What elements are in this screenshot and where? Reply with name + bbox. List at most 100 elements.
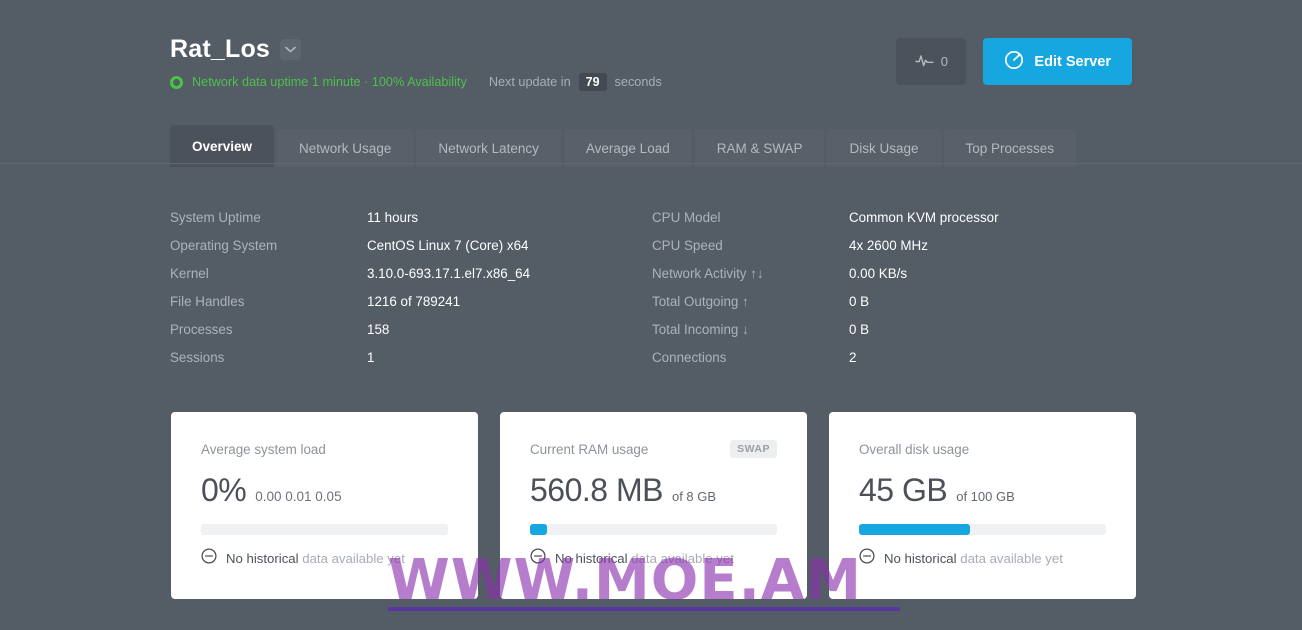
- info-label: Kernel: [170, 266, 209, 281]
- minus-circle-icon: [201, 548, 217, 569]
- info-value: 3.10.0-693.17.1.el7.x86_64: [367, 266, 531, 281]
- tab-bar-divider: [0, 163, 1302, 164]
- info-row: Processes 158: [170, 320, 652, 348]
- monitoring-alerts-button[interactable]: 0: [896, 38, 967, 85]
- info-label: File Handles: [170, 294, 245, 309]
- historical-data-note: No historical data available yet: [201, 548, 405, 569]
- minus-circle-icon: [859, 548, 875, 569]
- minus-circle-icon: [530, 548, 546, 569]
- info-value: CentOS Linux 7 (Core) x64: [367, 238, 529, 253]
- info-row: CPU Speed 4x 2600 MHz: [652, 236, 1134, 264]
- history-note-strong: No historical: [555, 551, 628, 566]
- info-label: System Uptime: [170, 210, 261, 225]
- history-note-light: data available yet: [302, 551, 405, 566]
- tab-average-load[interactable]: Average Load: [563, 129, 692, 167]
- usage-progress-bar: [530, 524, 777, 535]
- metric-card: Current RAM usage SWAP 560.8 MB of 8 GB No h…: [500, 412, 807, 599]
- info-row: Network Activity ↑↓ 0.00 KB/s: [652, 264, 1134, 292]
- info-row: Sessions 1: [170, 348, 652, 376]
- next-update-prefix: Next update in: [488, 75, 571, 89]
- info-row: CPU Model Common KVM processor: [652, 208, 1134, 236]
- info-value: 0 B: [849, 294, 870, 309]
- metric-card-head: Average system load: [201, 440, 448, 458]
- info-label: CPU Model: [652, 210, 721, 225]
- usage-progress-fill: [530, 524, 548, 535]
- page-root: Rat_Los Network data uptime 1 minute · 1…: [0, 0, 1302, 630]
- usage-progress-bar: [201, 524, 448, 535]
- info-label: CPU Speed: [652, 238, 723, 253]
- metric-subvalue: of 8 GB: [671, 489, 717, 504]
- tab-bar: Overview Network Usage Network Latency Aver…: [170, 125, 1077, 167]
- history-note-light: data available yet: [960, 551, 1063, 566]
- next-update-suffix: seconds: [614, 75, 662, 89]
- history-note-strong: No historical: [884, 551, 957, 566]
- metric-card-value-row: 560.8 MB of 8 GB: [530, 472, 777, 509]
- server-title-row: Rat_Los: [170, 34, 662, 64]
- history-note-strong: No historical: [226, 551, 299, 566]
- tab-top-processes[interactable]: Top Processes: [943, 129, 1077, 167]
- system-info-table: System Uptime 11 hours Operating System Cen…: [170, 208, 1134, 376]
- info-row: Operating System CentOS Linux 7 (Core) x6…: [170, 236, 652, 264]
- history-note-light: data available yet: [631, 551, 734, 566]
- tab-network-latency[interactable]: Network Latency: [416, 129, 561, 167]
- info-value: 0.00 KB/s: [849, 266, 908, 281]
- info-label: Sessions: [170, 350, 225, 365]
- metric-card: Overall disk usage 45 GB of 100 GB No histo…: [829, 412, 1136, 599]
- info-label: Network Activity ↑↓: [652, 266, 764, 281]
- next-update-block: Next update in 79 seconds: [489, 73, 662, 91]
- metric-subvalue: of 100 GB: [956, 489, 1015, 504]
- info-value: 158: [367, 322, 390, 337]
- metric-card-title: Overall disk usage: [859, 441, 970, 457]
- metric-value: 0%: [201, 472, 247, 508]
- metric-card-title: Average system load: [201, 441, 326, 457]
- watermark-underline: [388, 607, 900, 611]
- header-actions: 0 Edit Server: [896, 38, 1132, 85]
- server-switcher-dropdown[interactable]: [280, 38, 302, 60]
- swap-toggle-badge[interactable]: SWAP: [730, 440, 777, 458]
- info-label: Connections: [652, 350, 727, 365]
- system-info-column-left: System Uptime 11 hours Operating System Cen…: [170, 208, 652, 376]
- edit-server-button[interactable]: Edit Server: [983, 38, 1132, 85]
- metric-value: 560.8 MB: [530, 472, 663, 508]
- tab-network-usage[interactable]: Network Usage: [277, 129, 414, 167]
- monitoring-alerts-count: 0: [940, 54, 949, 69]
- server-title-block: Rat_Los Network data uptime 1 minute · 1…: [170, 34, 662, 91]
- info-value: 1216 of 789241: [367, 294, 461, 309]
- activity-pulse-icon: [915, 54, 934, 70]
- metric-card-title: Current RAM usage: [530, 441, 649, 457]
- info-row: Total Incoming ↓ 0 B: [652, 320, 1134, 348]
- tab-ram-swap[interactable]: RAM & SWAP: [694, 129, 825, 167]
- info-value: 2: [849, 350, 857, 365]
- status-row: Network data uptime 1 minute · 100% Avai…: [170, 73, 662, 91]
- info-row: System Uptime 11 hours: [170, 208, 652, 236]
- chevron-down-icon: [285, 46, 296, 53]
- status-ring-icon: [170, 75, 183, 89]
- tab-overview[interactable]: Overview: [170, 125, 275, 167]
- info-value: 11 hours: [367, 210, 419, 225]
- metric-card-value-row: 45 GB of 100 GB: [859, 472, 1106, 509]
- system-info-column-right: CPU Model Common KVM processor CPU Speed 4x…: [652, 208, 1134, 376]
- info-value: 1: [367, 350, 375, 365]
- info-label: Total Outgoing ↑: [652, 294, 749, 309]
- status-text: Network data uptime 1 minute · 100% Avai…: [192, 75, 467, 89]
- tab-disk-usage[interactable]: Disk Usage: [827, 129, 941, 167]
- page-title: Rat_Los: [170, 35, 271, 63]
- info-value: 4x 2600 MHz: [849, 238, 928, 253]
- next-update-countdown: 79: [578, 73, 607, 91]
- metric-subvalue: 0.00 0.01 0.05: [255, 489, 342, 504]
- metric-card-value-row: 0% 0.00 0.01 0.05: [201, 472, 448, 509]
- edit-server-label: Edit Server: [1034, 53, 1111, 70]
- metric-card: Average system load 0% 0.00 0.01 0.05 No hi…: [171, 412, 478, 599]
- info-row: File Handles 1216 of 789241: [170, 292, 652, 320]
- info-row: Total Outgoing ↑ 0 B: [652, 292, 1134, 320]
- info-label: Processes: [170, 322, 233, 337]
- info-row: Kernel 3.10.0-693.17.1.el7.x86_64: [170, 264, 652, 292]
- gauge-circle-icon: [1004, 50, 1024, 74]
- usage-progress-fill: [859, 524, 971, 535]
- historical-data-note: No historical data available yet: [859, 548, 1063, 569]
- info-value: 0 B: [849, 322, 870, 337]
- page-header: Rat_Los Network data uptime 1 minute · 1…: [0, 0, 1302, 118]
- metric-card-head: Overall disk usage: [859, 440, 1106, 458]
- historical-data-note: No historical data available yet: [530, 548, 734, 569]
- info-label: Total Incoming ↓: [652, 322, 749, 337]
